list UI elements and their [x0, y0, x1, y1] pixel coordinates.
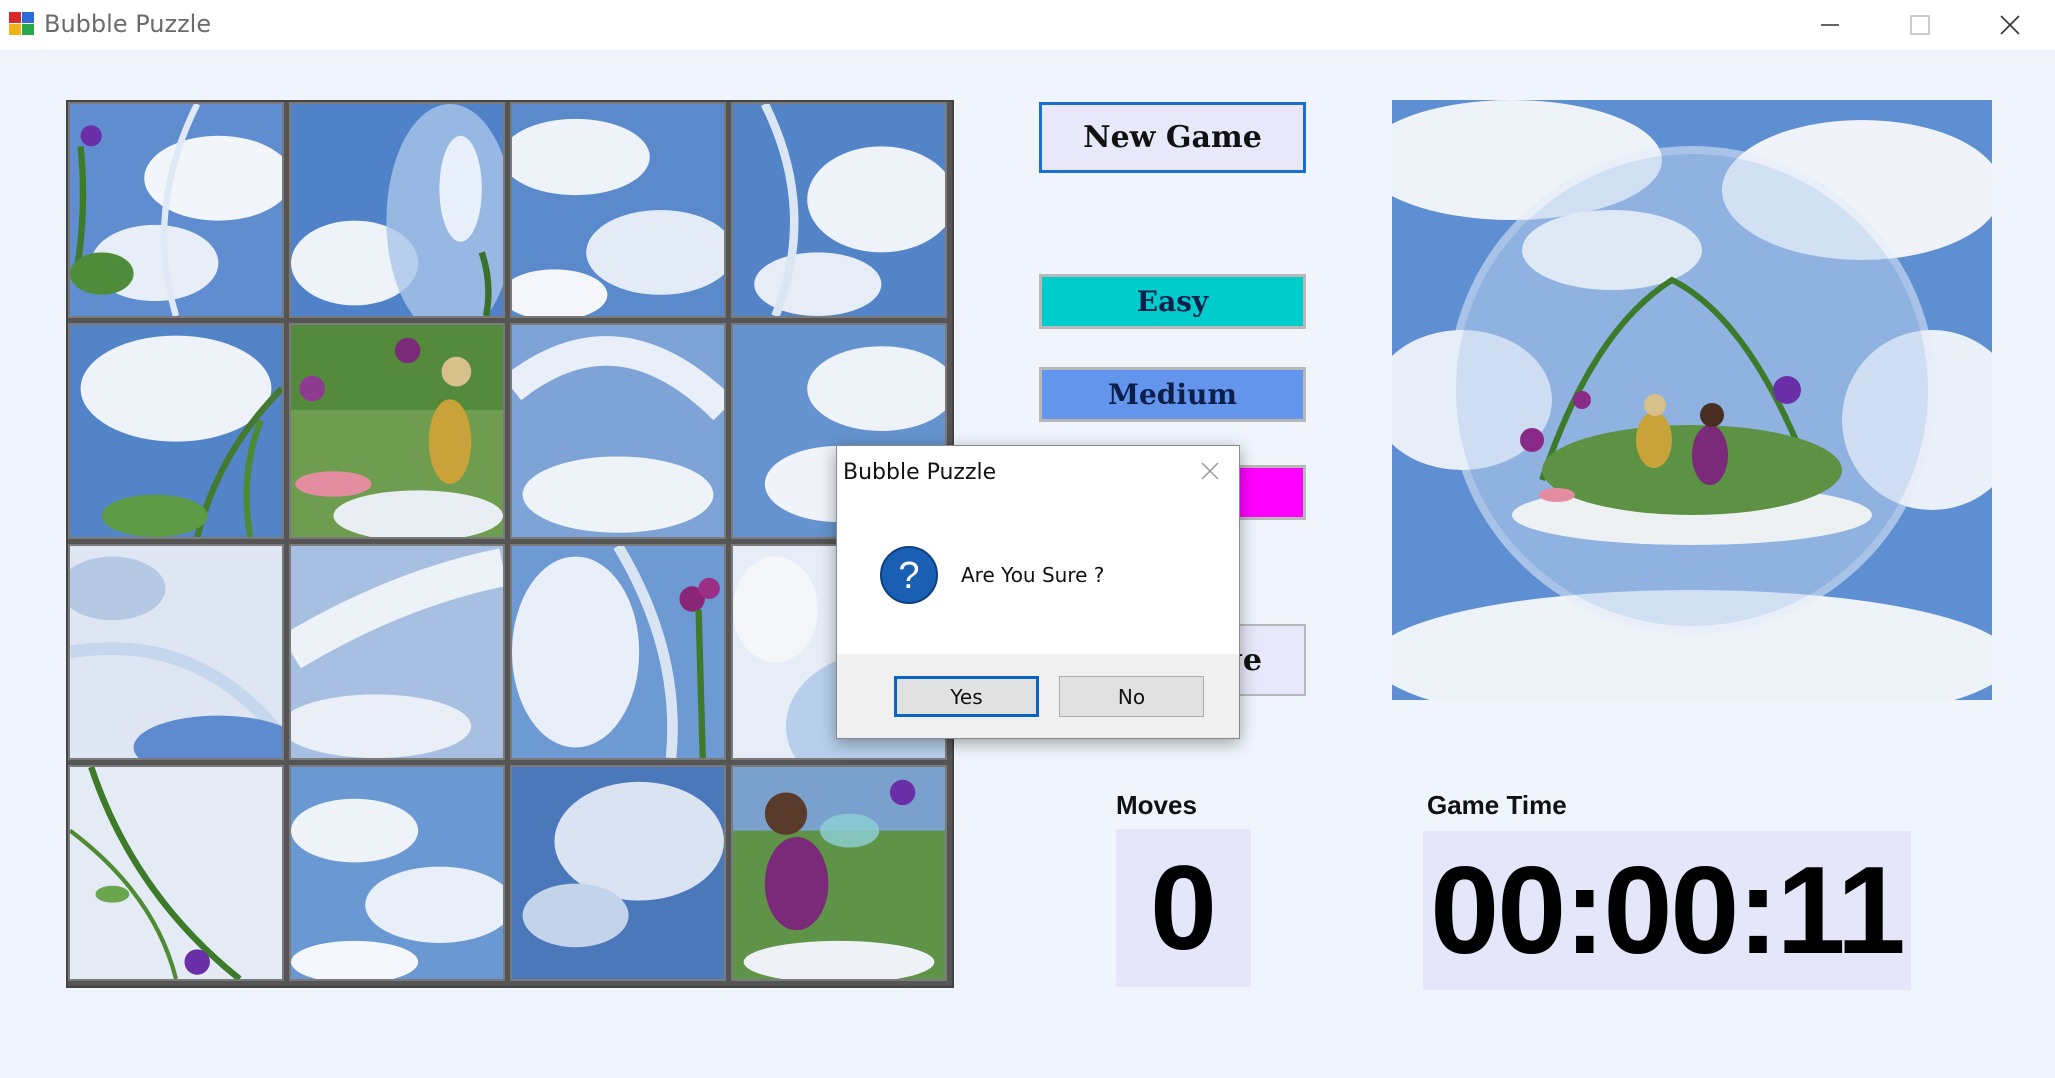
game-time-label: Game Time	[1427, 790, 1567, 820]
puzzle-tile[interactable]	[289, 544, 505, 760]
title-bar: Bubble Puzzle	[0, 0, 2055, 50]
yes-button[interactable]: Yes	[894, 676, 1039, 717]
puzzle-board	[66, 100, 954, 988]
dialog-message: Are You Sure ?	[961, 563, 1105, 587]
puzzle-tile[interactable]	[510, 765, 726, 981]
window-title: Bubble Puzzle	[44, 10, 212, 38]
puzzle-tile[interactable]	[731, 765, 947, 981]
dialog-close-button[interactable]	[1199, 460, 1221, 482]
confirm-dialog: Bubble Puzzle ? Are You Sure ? Yes No	[836, 445, 1240, 739]
new-game-button[interactable]: New Game	[1039, 102, 1306, 173]
app-icon	[9, 12, 35, 36]
close-icon	[1201, 462, 1219, 480]
puzzle-tile[interactable]	[289, 765, 505, 981]
dialog-title: Bubble Puzzle	[843, 460, 997, 485]
puzzle-tile[interactable]	[68, 544, 284, 760]
puzzle-tile[interactable]	[68, 102, 284, 318]
close-button[interactable]	[1965, 0, 2055, 50]
puzzle-tile[interactable]	[289, 323, 505, 539]
svg-text:?: ?	[898, 555, 919, 597]
maximize-button[interactable]	[1875, 0, 1965, 50]
puzzle-tile[interactable]	[510, 102, 726, 318]
puzzle-tile[interactable]	[289, 102, 505, 318]
preview-image	[1392, 100, 1992, 700]
question-icon: ?	[879, 545, 939, 605]
medium-button[interactable]: Medium	[1039, 367, 1306, 422]
minimize-button[interactable]	[1785, 0, 1875, 50]
puzzle-tile[interactable]	[510, 544, 726, 760]
minimize-icon	[1821, 24, 1839, 26]
puzzle-tile[interactable]	[68, 765, 284, 981]
maximize-icon	[1910, 15, 1930, 35]
dialog-footer: Yes No	[837, 654, 1239, 738]
moves-label: Moves	[1116, 790, 1197, 820]
no-button[interactable]: No	[1059, 676, 1204, 717]
easy-button[interactable]: Easy	[1039, 274, 1306, 329]
close-icon	[2000, 15, 2020, 35]
puzzle-tile[interactable]	[510, 323, 726, 539]
puzzle-tile[interactable]	[731, 102, 947, 318]
puzzle-tile[interactable]	[68, 323, 284, 539]
game-time-display: 00:00:11	[1423, 831, 1911, 990]
moves-counter: 0	[1116, 829, 1251, 987]
